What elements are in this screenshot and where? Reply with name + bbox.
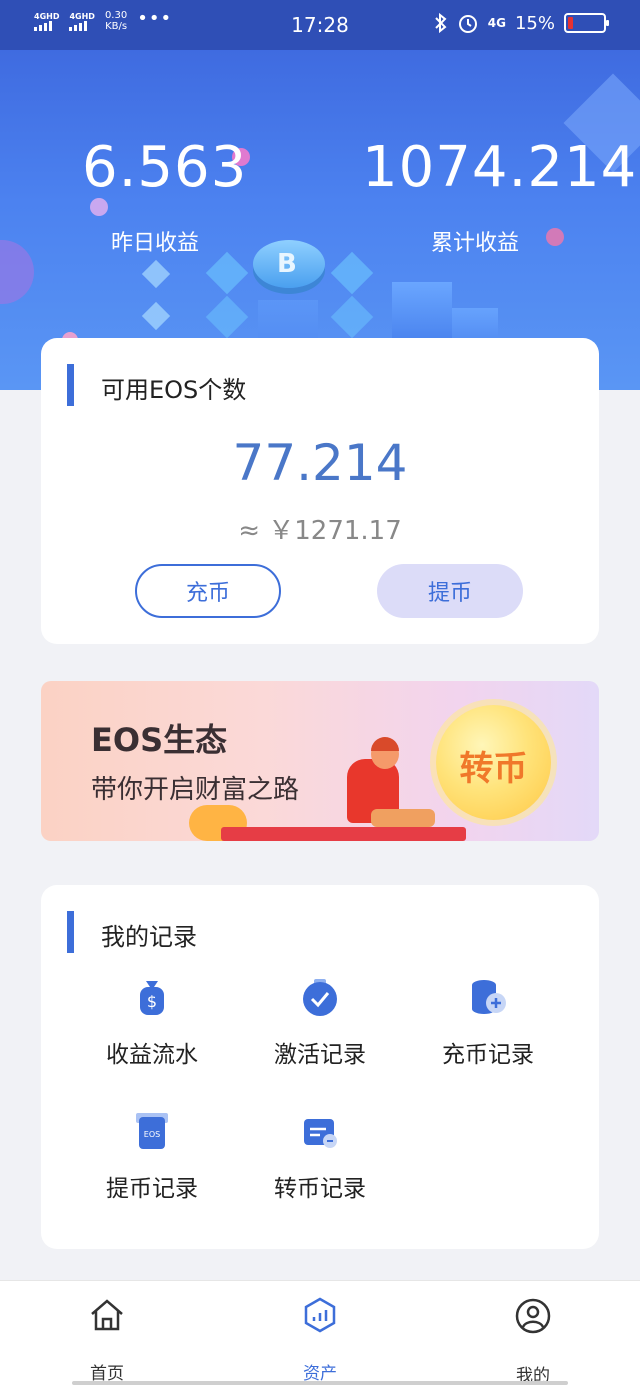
coin-stack-icon — [468, 977, 508, 1017]
status-right: 4G 15% — [434, 12, 609, 34]
decor-cube — [141, 259, 171, 289]
deposit-button[interactable]: 充币 — [135, 564, 281, 618]
person-hair — [371, 737, 399, 751]
network-type: 4G — [487, 16, 506, 30]
transfer-coin-label: 转币 — [459, 749, 528, 789]
tab-profile[interactable]: 我的 — [473, 1297, 593, 1386]
eos-cny-value: ≈ ￥1271.17 — [238, 516, 402, 546]
battery-fill — [568, 17, 574, 29]
battery-icon — [564, 13, 609, 33]
money-bag-icon: $ — [132, 977, 172, 1017]
record-label: 提币记录 — [106, 1176, 198, 1202]
decor-cube — [330, 295, 374, 339]
withdraw-button[interactable]: 提币 — [377, 564, 523, 618]
decor-cube — [330, 251, 374, 295]
yesterday-earnings-value: 6.563 — [82, 135, 248, 200]
bluetooth-icon — [435, 12, 447, 34]
title-accent-bar — [67, 911, 74, 953]
record-activation[interactable]: 激活记录 — [250, 977, 390, 1069]
assets-icon — [304, 1297, 336, 1333]
decor-cube — [205, 295, 249, 339]
bottom-tab-bar: 首页 资产 我的 — [0, 1280, 640, 1387]
decor-orb — [90, 198, 108, 216]
eos-card-icon: EOS — [132, 1111, 172, 1151]
decor-cube — [141, 301, 171, 331]
record-label: 收益流水 — [106, 1042, 198, 1068]
record-label: 充币记录 — [442, 1042, 534, 1068]
svg-text:$: $ — [147, 992, 157, 1011]
person-legs — [371, 809, 435, 827]
transfer-card-icon — [300, 1111, 340, 1151]
eos-balance-card: 可用EOS个数 77.214 ≈ ￥1271.17 充币 提币 — [41, 338, 599, 644]
transfer-coin-button[interactable]: 转币 — [436, 705, 551, 820]
record-withdraw[interactable]: EOS 提币记录 — [82, 1111, 222, 1203]
eos-ecosystem-banner[interactable]: EOS生态 带你开启财富之路 转币 — [41, 681, 599, 841]
record-deposit[interactable]: 充币记录 — [418, 977, 558, 1069]
records-card-title: 我的记录 — [101, 923, 197, 951]
eos-amount: 77.214 — [232, 434, 408, 492]
total-earnings-label: 累计收益 — [431, 231, 520, 256]
eos-icon-text: EOS — [144, 1130, 160, 1139]
total-earnings-value: 1074.214 — [362, 135, 638, 200]
blockchain-coin-icon: B — [253, 240, 325, 288]
my-records-card: 我的记录 $ 收益流水 激活记录 充币记录 EOS 提币记录 转币记录 — [41, 885, 599, 1249]
home-indicator — [72, 1381, 568, 1385]
decor-orb — [0, 240, 34, 304]
decor-orb — [546, 228, 564, 246]
balance-card-title: 可用EOS个数 — [101, 376, 247, 404]
alarm-icon — [458, 15, 477, 33]
battery-percent: 15% — [514, 12, 555, 34]
title-accent-bar — [67, 364, 74, 406]
tab-home[interactable]: 首页 — [47, 1297, 167, 1384]
bench-illustration — [221, 827, 466, 841]
promo-title: EOS生态 — [91, 721, 228, 759]
coin-glyph: B — [277, 249, 297, 279]
tab-assets[interactable]: 资产 — [260, 1297, 380, 1384]
profile-icon — [515, 1298, 551, 1334]
check-badge-icon — [300, 977, 340, 1017]
decor-cube — [205, 251, 249, 295]
yesterday-earnings-label: 昨日收益 — [111, 231, 200, 256]
promo-subtitle: 带你开启财富之路 — [91, 775, 300, 805]
record-label: 激活记录 — [274, 1042, 366, 1068]
record-label: 转币记录 — [274, 1176, 366, 1202]
home-icon — [91, 1299, 123, 1331]
record-transfer[interactable]: 转币记录 — [250, 1111, 390, 1203]
status-bar: 4GHD 4GHD 0.30 KB/s ••• 17:28 4G 15% — [0, 0, 640, 50]
record-income-flow[interactable]: $ 收益流水 — [82, 977, 222, 1069]
